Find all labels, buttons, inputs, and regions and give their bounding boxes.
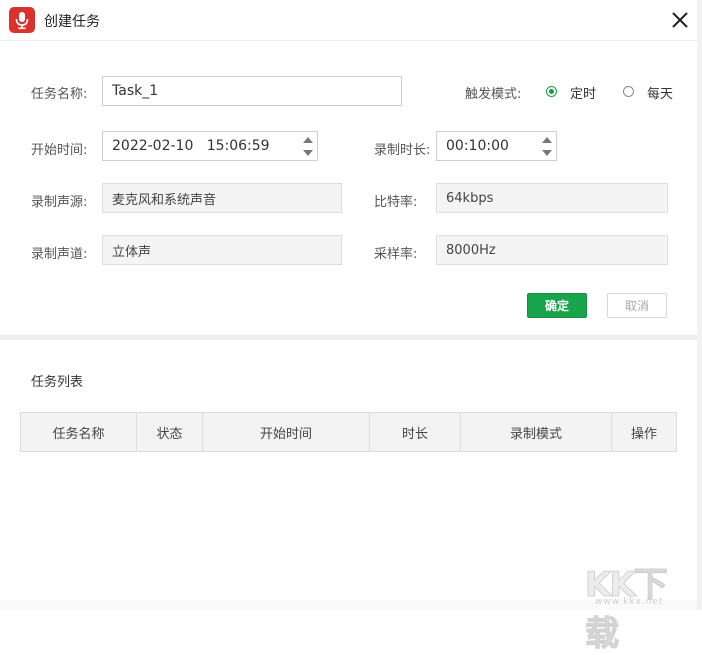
bitrate-value: 64kbps xyxy=(446,190,494,206)
title-bar: 创建任务 xyxy=(0,0,697,41)
spin-down-icon[interactable] xyxy=(303,150,313,156)
channel-value: 立体声 xyxy=(112,244,152,260)
task-list-title: 任务列表 xyxy=(31,375,84,390)
start-time-value: 2022-02-10 15:06:59 xyxy=(112,138,270,154)
window-edge xyxy=(697,0,702,610)
section-divider xyxy=(0,335,697,340)
watermark: KK下载 www.kkx.net xyxy=(585,557,697,655)
column-header-status[interactable]: 状态 xyxy=(137,413,203,451)
bitrate-label: 比特率: xyxy=(374,195,418,210)
duration-label: 录制时长: xyxy=(374,143,431,158)
trigger-mode-label: 触发模式: xyxy=(465,87,522,102)
radio-daily[interactable] xyxy=(623,86,634,97)
duration-spinner[interactable] xyxy=(541,134,553,160)
column-header-duration[interactable]: 时长 xyxy=(370,413,461,451)
sample-rate-value: 8000Hz xyxy=(446,242,496,258)
start-time-input[interactable]: 2022-02-10 15:06:59 xyxy=(102,131,318,161)
confirm-button[interactable]: 确定 xyxy=(527,293,587,318)
bitrate-select[interactable]: 64kbps xyxy=(436,183,668,213)
column-header-task-name[interactable]: 任务名称 xyxy=(21,413,137,451)
sample-rate-select[interactable]: 8000Hz xyxy=(436,235,668,265)
column-header-actions[interactable]: 操作 xyxy=(612,413,676,451)
duration-input[interactable]: 00:10:00 xyxy=(436,131,557,161)
create-task-dialog: 创建任务 任务名称: Task_1 触发模式: 定时 每天 开始时间: 2022… xyxy=(0,0,698,655)
cancel-button[interactable]: 取消 xyxy=(607,293,667,318)
start-time-label: 开始时间: xyxy=(31,143,88,158)
sample-rate-label: 采样率: xyxy=(374,247,418,262)
close-icon[interactable] xyxy=(668,8,692,32)
channel-select[interactable]: 立体声 xyxy=(102,235,342,265)
audio-source-label: 录制声源: xyxy=(31,195,88,210)
column-header-start-time[interactable]: 开始时间 xyxy=(203,413,370,451)
audio-source-value: 麦克风和系统声音 xyxy=(112,192,217,208)
task-name-label: 任务名称: xyxy=(31,87,88,102)
microphone-icon xyxy=(9,7,35,33)
dialog-title: 创建任务 xyxy=(44,14,100,30)
spin-down-icon[interactable] xyxy=(542,150,552,156)
spin-up-icon[interactable] xyxy=(542,137,552,143)
audio-source-select[interactable]: 麦克风和系统声音 xyxy=(102,183,342,213)
task-name-value: Task_1 xyxy=(112,83,159,99)
column-header-record-mode[interactable]: 录制模式 xyxy=(461,413,612,451)
task-name-input[interactable]: Task_1 xyxy=(102,76,402,106)
channel-label: 录制声道: xyxy=(31,247,88,262)
task-list-header: 任务名称 状态 开始时间 时长 录制模式 操作 xyxy=(20,412,677,452)
spin-up-icon[interactable] xyxy=(303,137,313,143)
watermark-url: www.kkx.net xyxy=(595,597,664,607)
radio-timed[interactable] xyxy=(546,86,557,97)
radio-daily-label[interactable]: 每天 xyxy=(647,83,673,102)
start-time-spinner[interactable] xyxy=(302,134,314,160)
duration-value: 00:10:00 xyxy=(446,138,509,154)
radio-timed-label[interactable]: 定时 xyxy=(570,83,596,102)
